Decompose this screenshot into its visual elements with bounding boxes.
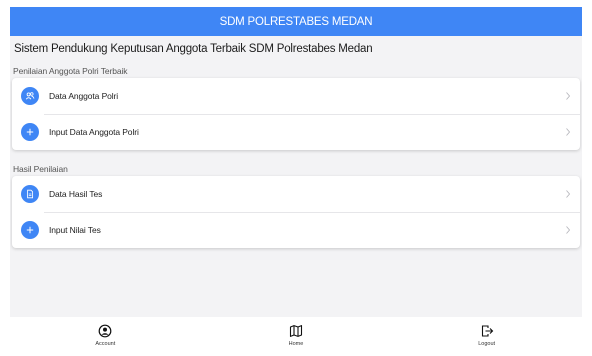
logout-icon <box>481 324 493 337</box>
tab-home[interactable]: Home <box>256 324 336 347</box>
person-circle-icon <box>98 324 112 337</box>
chevron-right-icon <box>566 92 571 100</box>
menu-card-penilaian: Data Anggota Polri Input Data Anggota Po… <box>12 78 580 150</box>
app-header: SDM POLRESTABES MEDAN <box>10 7 582 36</box>
people-icon <box>21 87 39 105</box>
map-icon <box>289 324 303 337</box>
chevron-right-icon <box>566 190 571 198</box>
menu-item-label: Data Anggota Polri <box>49 91 119 101</box>
section-label-hasil: Hasil Penilaian <box>13 164 68 174</box>
document-icon <box>21 185 39 203</box>
tab-label: Home <box>288 340 304 347</box>
menu-item-label: Data Hasil Tes <box>49 189 103 199</box>
bottom-tab-bar: Account Home Logout <box>10 317 582 353</box>
menu-item-data-hasil-tes[interactable]: Data Hasil Tes <box>12 176 580 212</box>
menu-item-input-data-anggota-polri[interactable]: Input Data Anggota Polri <box>12 114 580 150</box>
menu-item-data-anggota-polri[interactable]: Data Anggota Polri <box>12 78 580 114</box>
tab-account[interactable]: Account <box>65 324 145 347</box>
chevron-right-icon <box>566 128 571 136</box>
section-label-penilaian: Penilaian Anggota Polri Terbaik <box>13 66 128 76</box>
menu-item-label: Input Data Anggota Polri <box>49 127 139 137</box>
app-title: SDM POLRESTABES MEDAN <box>219 15 373 28</box>
chevron-right-icon <box>566 226 571 234</box>
tab-label: Account <box>95 340 116 347</box>
add-icon <box>21 123 39 141</box>
tab-logout[interactable]: Logout <box>447 324 527 347</box>
app-screen: SDM POLRESTABES MEDAN Sistem Pendukung K… <box>10 7 582 353</box>
menu-item-label: Input Nilai Tes <box>49 225 101 235</box>
menu-card-hasil: Data Hasil Tes Input Nilai Tes <box>12 176 580 248</box>
page-subtitle: Sistem Pendukung Keputusan Anggota Terba… <box>14 43 373 55</box>
add-icon <box>21 221 39 239</box>
tab-label: Logout <box>478 340 496 347</box>
menu-item-input-nilai-tes[interactable]: Input Nilai Tes <box>12 212 580 248</box>
